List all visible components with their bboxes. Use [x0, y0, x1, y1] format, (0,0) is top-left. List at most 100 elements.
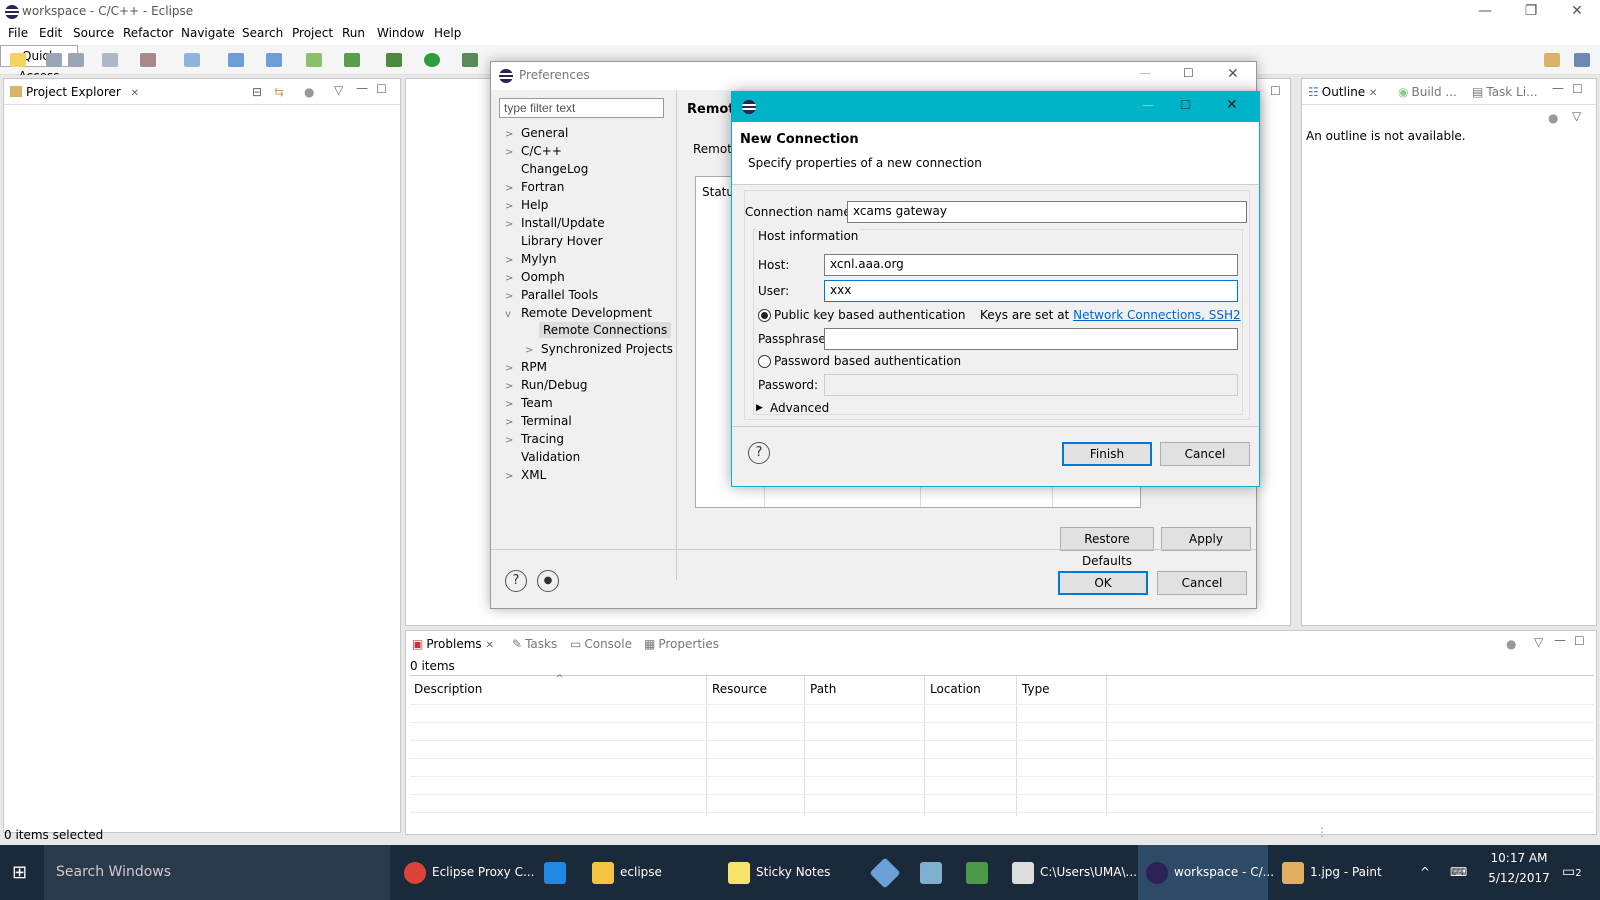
- new-icon[interactable]: [10, 53, 26, 67]
- apply-button[interactable]: Apply: [1161, 527, 1251, 551]
- public-key-radio[interactable]: [758, 309, 771, 322]
- tree-install-update[interactable]: > Install/Update: [505, 216, 605, 230]
- view-menu-icon[interactable]: ▽: [1572, 109, 1581, 123]
- tree-xml[interactable]: > XML: [505, 468, 546, 482]
- close-button[interactable]: ✕: [1226, 97, 1238, 113]
- import-export-icon[interactable]: ●: [537, 570, 559, 592]
- column-path[interactable]: Path: [810, 682, 836, 696]
- menu-window[interactable]: Window: [377, 26, 424, 40]
- public-key-label[interactable]: Public key based authentication: [774, 308, 965, 322]
- filter-icon[interactable]: ●: [1506, 637, 1516, 651]
- taskbar-paint[interactable]: 1.jpg - Paint: [1274, 845, 1394, 900]
- password-auth-radio[interactable]: [758, 355, 771, 368]
- maximize-button[interactable]: ☐: [1183, 66, 1194, 80]
- taskbar-explorer[interactable]: C:\Users\UMA\...: [1004, 845, 1137, 900]
- outline-toolbar-icon[interactable]: ●: [1548, 111, 1558, 125]
- tab-properties[interactable]: ▦ Properties: [644, 637, 719, 651]
- tree-rpm[interactable]: > RPM: [505, 360, 547, 374]
- menu-refactor[interactable]: Refactor: [123, 26, 173, 40]
- collapse-all-icon[interactable]: ⊟: [252, 85, 262, 99]
- taskbar-sticky-notes[interactable]: Sticky Notes: [720, 845, 860, 900]
- restore-defaults-button[interactable]: Restore Defaults: [1060, 527, 1154, 568]
- tab-problems[interactable]: ▣ Problems ✕: [412, 637, 494, 651]
- cancel-button[interactable]: Cancel: [1160, 442, 1250, 466]
- new-file-icon[interactable]: [306, 53, 322, 67]
- minimize-view-icon[interactable]: —: [1554, 633, 1566, 647]
- connection-name-input[interactable]: xcams gateway: [847, 201, 1247, 223]
- save-all-icon[interactable]: [68, 53, 84, 67]
- taskbar-eclipse-workspace[interactable]: workspace - C/...: [1138, 845, 1274, 900]
- tree-tracing[interactable]: > Tracing: [505, 432, 564, 446]
- tree-remote-development[interactable]: v Remote Development: [505, 306, 652, 320]
- build-icon[interactable]: [102, 53, 118, 67]
- start-button[interactable]: ⊞: [12, 845, 42, 900]
- column-location[interactable]: Location: [930, 682, 981, 696]
- minimize-button[interactable]: —: [1142, 98, 1154, 112]
- tree-general[interactable]: > General: [505, 126, 568, 140]
- minimize-button[interactable]: —: [1139, 66, 1151, 80]
- tree-synchronized-projects[interactable]: > Synchronized Projects: [525, 342, 673, 356]
- arrow-icon[interactable]: [184, 53, 200, 67]
- advanced-toggle[interactable]: Advanced: [770, 401, 829, 415]
- minimize-view-icon[interactable]: —: [356, 81, 368, 95]
- tree-help[interactable]: > Help: [505, 198, 548, 212]
- filter-input[interactable]: [499, 98, 664, 118]
- close-button[interactable]: ✕: [1227, 66, 1239, 82]
- taskbar-eclipse-folder[interactable]: eclipse: [584, 845, 714, 900]
- debug-icon[interactable]: [386, 53, 402, 67]
- help-icon[interactable]: ?: [505, 570, 527, 592]
- tree-validation[interactable]: Validation: [505, 450, 580, 464]
- tab-tasks[interactable]: ✎ Tasks: [512, 637, 557, 651]
- column-resource[interactable]: Resource: [712, 682, 767, 696]
- finish-button[interactable]: Finish: [1062, 442, 1152, 466]
- close-button[interactable]: ✕: [1554, 0, 1600, 24]
- maximize-editor-icon[interactable]: ☐: [1270, 84, 1281, 98]
- clock-date[interactable]: 5/12/2017: [1484, 871, 1554, 885]
- maximize-view-icon[interactable]: ☐: [1572, 82, 1583, 96]
- view-menu-icon[interactable]: ▽: [1534, 635, 1543, 649]
- view-menu-icon[interactable]: ▽: [334, 83, 343, 97]
- taskbar-app-1[interactable]: [866, 845, 906, 900]
- menu-search[interactable]: Search: [242, 26, 283, 40]
- filter-icon[interactable]: ●: [304, 85, 314, 99]
- taskbar-chrome[interactable]: Eclipse Proxy C...: [396, 845, 534, 900]
- taskbar-edge[interactable]: [532, 845, 580, 900]
- cpp-perspective-icon[interactable]: [1574, 53, 1590, 67]
- menu-help[interactable]: Help: [434, 26, 461, 40]
- tree-mylyn[interactable]: > Mylyn: [505, 252, 557, 266]
- save-icon[interactable]: [46, 53, 62, 67]
- help-icon[interactable]: ?: [748, 442, 770, 464]
- expand-arrow-icon[interactable]: ▶: [756, 403, 763, 413]
- menu-file[interactable]: File: [8, 26, 28, 40]
- tree-run-debug[interactable]: > Run/Debug: [505, 378, 588, 392]
- password-auth-label[interactable]: Password based authentication: [774, 354, 961, 368]
- menu-edit[interactable]: Edit: [39, 26, 62, 40]
- close-tab-icon[interactable]: ✕: [485, 640, 493, 651]
- restore-button[interactable]: ❐: [1508, 0, 1554, 24]
- ok-button[interactable]: OK: [1058, 571, 1148, 595]
- minimize-view-icon[interactable]: —: [1552, 81, 1564, 95]
- menu-run[interactable]: Run: [342, 26, 365, 40]
- clock-time[interactable]: 10:17 AM: [1484, 851, 1554, 865]
- menu-project[interactable]: Project: [292, 26, 333, 40]
- tree-team[interactable]: > Team: [505, 396, 553, 410]
- taskbar-app-3[interactable]: [958, 845, 998, 900]
- tree-parallel-tools[interactable]: > Parallel Tools: [505, 288, 598, 302]
- close-tab-icon[interactable]: ✕: [131, 88, 139, 99]
- minimize-button[interactable]: —: [1462, 0, 1508, 24]
- tree-library-hover[interactable]: Library Hover: [505, 234, 603, 248]
- tree-terminal[interactable]: > Terminal: [505, 414, 572, 428]
- host-input[interactable]: xcnl.aaa.org: [824, 254, 1238, 276]
- hammer-icon[interactable]: [140, 53, 156, 67]
- cancel-button[interactable]: Cancel: [1157, 571, 1247, 595]
- tab-build[interactable]: ◉ Build ...: [1398, 85, 1457, 99]
- column-type[interactable]: Type: [1022, 682, 1050, 696]
- passphrase-input[interactable]: [824, 328, 1238, 350]
- open-perspective-icon[interactable]: [1544, 53, 1560, 67]
- link-editor-icon[interactable]: ⇆: [274, 85, 284, 99]
- run-icon[interactable]: [424, 53, 440, 67]
- maximize-view-icon[interactable]: ☐: [376, 82, 387, 96]
- new-folder-icon[interactable]: [266, 53, 282, 67]
- external-tools-icon[interactable]: [462, 53, 478, 67]
- sync-icon[interactable]: [344, 53, 360, 67]
